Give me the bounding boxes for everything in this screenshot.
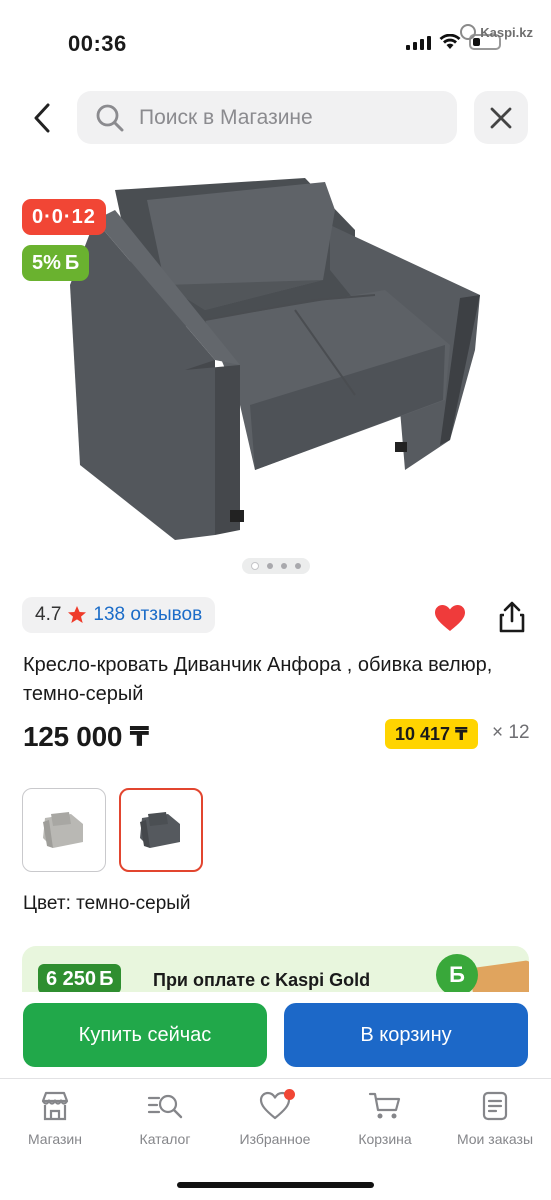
promo-bonus-amount: 6 250 Б <box>38 964 122 992</box>
tab-cart[interactable]: Корзина <box>330 1091 440 1147</box>
product-image[interactable] <box>55 170 495 550</box>
share-icon <box>499 601 525 633</box>
tab-label: Избранное <box>239 1131 311 1147</box>
watermark-text: Kaspi.kz <box>480 24 533 40</box>
color-variant-light-gray[interactable] <box>22 788 106 872</box>
monthly-payment-badge[interactable]: 10 417 ₸ <box>385 719 478 749</box>
carousel-dot <box>295 563 301 569</box>
color-variant-dark-gray[interactable] <box>119 788 203 872</box>
carousel-dot <box>267 563 273 569</box>
close-icon <box>490 107 512 128</box>
tab-store[interactable]: Магазин <box>0 1091 110 1147</box>
rating-chip[interactable]: 4.7 138 отзывов <box>22 597 216 633</box>
selected-color-label: Цвет: темно-серый <box>23 893 191 914</box>
carousel-dot <box>251 562 259 570</box>
tab-label: Каталог <box>139 1131 191 1147</box>
home-indicator[interactable] <box>177 1182 374 1188</box>
star-icon <box>68 606 87 623</box>
chevron-left-icon <box>34 103 50 133</box>
cellular-signal-icon <box>406 34 431 50</box>
add-to-cart-button[interactable]: В корзину <box>284 1003 528 1067</box>
product-page: 00:36 Kaspi.kz Поиск в Магазине 0·0·12 5… <box>0 0 551 1200</box>
tab-label: Мои заказы <box>456 1131 534 1147</box>
tab-my-orders[interactable]: Мои заказы <box>440 1091 550 1147</box>
rating-score: 4.7 <box>35 604 62 625</box>
close-button[interactable] <box>474 91 528 144</box>
catalog-search-icon <box>147 1094 183 1119</box>
tab-label: Корзина <box>358 1131 412 1147</box>
variant-thumbnail <box>140 812 180 848</box>
search-placeholder: Поиск в Магазине <box>139 105 313 129</box>
store-icon <box>41 1091 69 1121</box>
orders-icon <box>482 1091 508 1121</box>
product-price: 125 000 ₸ <box>23 721 149 752</box>
reviews-link[interactable]: 138 отзывов <box>93 604 202 626</box>
bonus-symbol: Б <box>64 251 80 274</box>
kaspi-gold-promo[interactable]: 6 250 Б При оплате с Kaspi Gold Б <box>22 946 529 992</box>
carousel-indicator[interactable] <box>242 558 310 574</box>
wifi-icon <box>439 34 461 50</box>
share-button[interactable] <box>492 598 532 636</box>
bonus-coin-icon: Б <box>436 954 478 992</box>
carousel-dot <box>281 563 287 569</box>
back-button[interactable] <box>22 96 62 140</box>
kaspi-card-icon <box>469 959 529 992</box>
watermark: Kaspi.kz <box>460 24 533 40</box>
favorite-button[interactable] <box>430 600 470 636</box>
heart-icon <box>435 605 465 631</box>
search-input[interactable]: Поиск в Магазине <box>77 91 457 144</box>
promo-amount-value: 6 250 <box>46 967 97 990</box>
product-title: Кресло-кровать Диванчик Анфора , обивка … <box>23 654 493 705</box>
kaspi-logo-icon <box>460 24 477 40</box>
status-time: 00:36 <box>68 31 127 56</box>
bonus-percent: 5% <box>32 251 61 274</box>
tab-catalog[interactable]: Каталог <box>110 1091 220 1147</box>
promo-currency-symbol: Б <box>99 967 114 990</box>
bonus-badge: 5% Б <box>22 245 90 281</box>
tab-favorites[interactable]: Избранное <box>220 1089 330 1147</box>
cart-icon <box>368 1092 401 1119</box>
notification-dot <box>284 1089 295 1100</box>
installment-badge: 0·0·12 <box>22 199 106 235</box>
promo-text: При оплате с Kaspi Gold <box>153 970 371 990</box>
buy-now-button[interactable]: Купить сейчас <box>23 1003 267 1067</box>
installment-multiplier: × 12 <box>492 722 530 743</box>
variant-thumbnail <box>43 812 83 848</box>
search-icon <box>96 104 124 131</box>
tab-label: Магазин <box>27 1131 82 1147</box>
